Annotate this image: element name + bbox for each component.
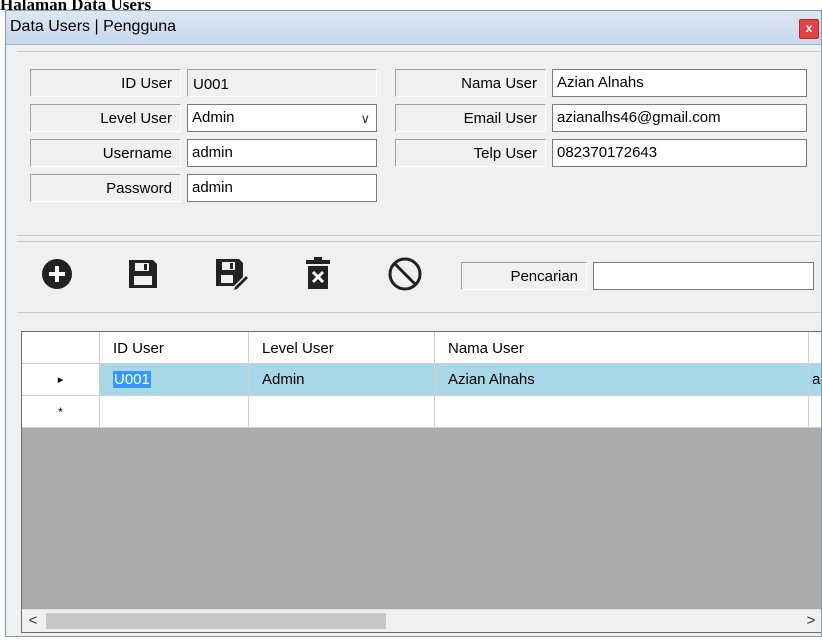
window-title: Data Users | Pengguna [10, 18, 177, 35]
cell-overflow[interactable]: a [809, 364, 821, 396]
delete-button[interactable] [300, 256, 336, 292]
telp-user-input[interactable]: 082370172643 [552, 139, 807, 167]
users-data-grid[interactable]: ID User Level User Nama User ▸ U001 Admi… [21, 331, 821, 633]
telp-user-label: Telp User [395, 139, 546, 167]
cell-id-user[interactable]: U001 [100, 364, 249, 396]
delete-icon [306, 257, 330, 289]
search-label: Pencarian [461, 262, 587, 290]
close-icon: x [805, 21, 813, 35]
new-row[interactable]: * [22, 396, 821, 428]
chevron-down-icon[interactable]: ∨ [360, 106, 370, 132]
table-row[interactable]: ▸ U001 Admin Azian Alnahs a [22, 364, 821, 396]
username-input[interactable]: admin [187, 139, 377, 167]
row-header-corner [22, 332, 100, 364]
cell-level-user[interactable]: Admin [249, 364, 435, 396]
username-label: Username [30, 139, 181, 167]
column-header-overflow[interactable] [809, 332, 821, 364]
user-form-panel: ID User U001 Level User Admin ∨ Username… [17, 51, 820, 236]
add-button[interactable] [39, 256, 75, 292]
cell-id-user-text: U001 [113, 371, 151, 388]
horizontal-scrollbar[interactable]: < > [22, 609, 821, 632]
level-user-label: Level User [30, 104, 181, 132]
new-cell-nama-user[interactable] [435, 396, 809, 428]
new-cell-overflow[interactable] [809, 396, 821, 428]
close-button[interactable]: x [799, 19, 819, 39]
email-user-input[interactable]: azianalhs46@gmail.com [552, 104, 807, 132]
new-cell-id-user[interactable] [100, 396, 249, 428]
scroll-left-icon[interactable]: < [22, 610, 44, 632]
save-edit-button[interactable] [213, 256, 249, 292]
column-header-level-user[interactable]: Level User [249, 332, 435, 364]
password-label: Password [30, 174, 181, 202]
save-icon [129, 260, 157, 288]
search-input[interactable] [593, 262, 814, 290]
save-edit-icon [216, 259, 248, 290]
column-header-id-user[interactable]: ID User [100, 332, 249, 364]
column-header-nama-user[interactable]: Nama User [435, 332, 809, 364]
level-user-select[interactable]: Admin ∨ [187, 104, 377, 132]
save-button[interactable] [125, 256, 161, 292]
grid-header-row: ID User Level User Nama User [22, 332, 821, 364]
cell-nama-user[interactable]: Azian Alnahs [435, 364, 809, 396]
scroll-right-icon[interactable]: > [800, 610, 821, 632]
email-user-label: Email User [395, 104, 546, 132]
nama-user-label: Nama User [395, 69, 546, 97]
action-toolbar: Pencarian [17, 241, 820, 313]
window-titlebar: Data Users | Pengguna x [6, 11, 821, 45]
data-users-window: Data Users | Pengguna x ID User U001 Lev… [5, 10, 822, 637]
row-marker-icon[interactable]: ▸ [22, 364, 100, 396]
cancel-button[interactable] [387, 256, 423, 292]
new-cell-level-user[interactable] [249, 396, 435, 428]
id-user-value: U001 [187, 69, 377, 97]
new-row-marker-icon[interactable]: * [22, 396, 100, 428]
scroll-thumb[interactable] [46, 613, 386, 629]
cancel-icon [388, 257, 422, 291]
password-input[interactable]: admin [187, 174, 377, 202]
id-user-label: ID User [30, 69, 181, 97]
nama-user-input[interactable]: Azian Alnahs [552, 69, 807, 97]
add-icon [42, 259, 72, 289]
level-user-value: Admin [192, 109, 235, 126]
